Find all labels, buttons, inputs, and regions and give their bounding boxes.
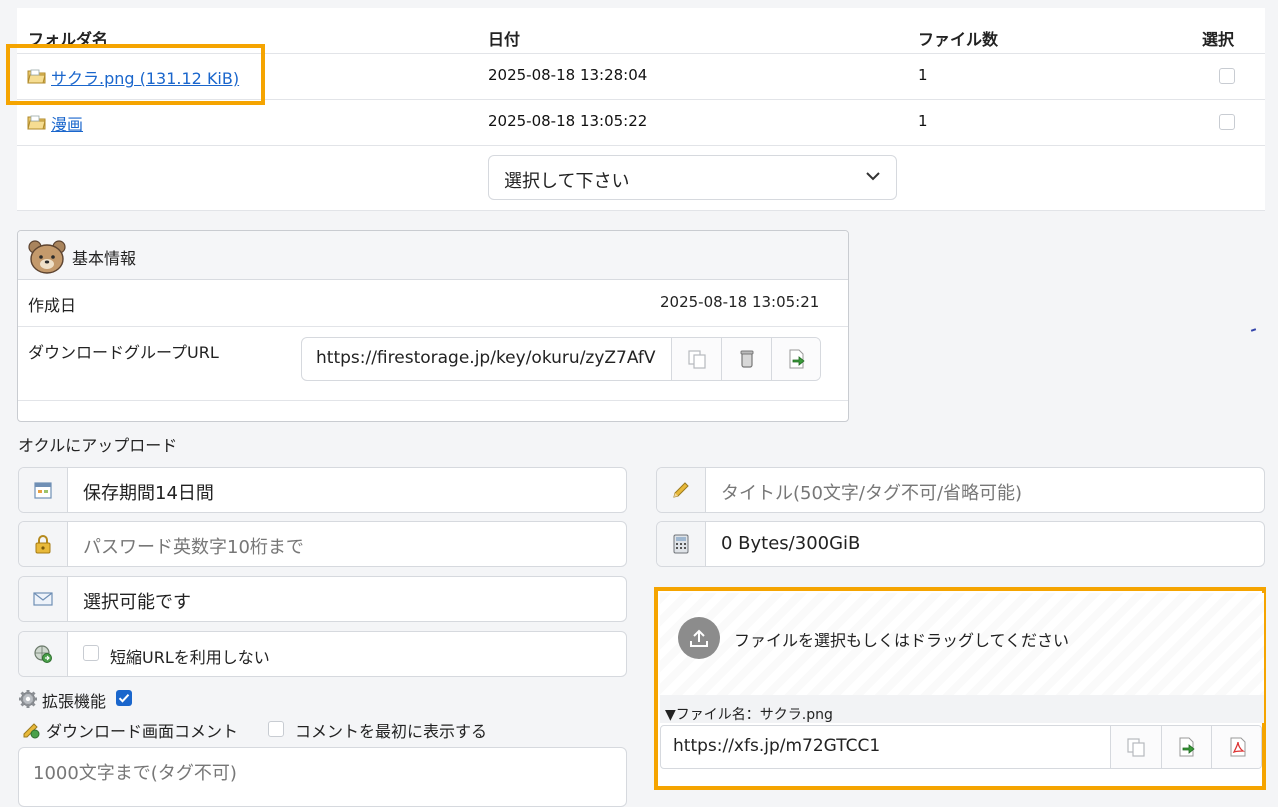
result-url-field: https://xfs.jp/m72GTCC1 (660, 725, 1262, 769)
shorturl-label: 短縮URLを利用しない (110, 648, 270, 667)
folder-icon (27, 115, 46, 130)
upload-button[interactable] (678, 617, 720, 659)
divider (17, 210, 1265, 211)
calculator-icon (673, 534, 689, 554)
info-title: 基本情報 (72, 249, 137, 268)
upload-box: ファイルを選択もしくはドラッグしてください ▼ファイル名：サクラ.png htt… (654, 587, 1266, 790)
created-label: 作成日 (28, 296, 77, 315)
gear-icon (19, 690, 37, 708)
export-icon (789, 349, 805, 369)
file-name-bar: ▼ファイル名：サクラ.png (660, 695, 1264, 723)
mail-addon (19, 577, 68, 621)
pencil-addon (657, 468, 706, 512)
group-url-value[interactable]: https://firestorage.jp/key/okuru/zyZ7AfV… (316, 348, 656, 368)
group-url-field: https://firestorage.jp/key/okuru/zyZ7AfV… (301, 337, 821, 381)
action-select[interactable]: 選択して下さい (488, 155, 897, 200)
upload-section-title: オクルにアップロード (18, 436, 178, 455)
open-link-button[interactable] (771, 338, 820, 380)
password-field[interactable]: パスワード英数字10桁まで (18, 521, 627, 567)
copy-result-button[interactable] (1110, 726, 1161, 768)
password-placeholder: パスワード英数字10桁まで (83, 537, 304, 558)
group-url-label: ダウンロードグループURL (28, 343, 219, 362)
result-url-value[interactable]: https://xfs.jp/m72GTCC1 (673, 736, 880, 756)
row-file-count: 1 (918, 66, 928, 84)
comment-first-checkbox[interactable] (268, 721, 284, 737)
retention-value: 保存期間14日間 (83, 483, 214, 504)
title-placeholder: タイトル(50文字/タグ不可/省略可能) (721, 483, 1023, 504)
calculator-addon (657, 522, 706, 566)
pdf-icon (1230, 737, 1245, 757)
header-file-count: ファイル数 (918, 30, 999, 49)
mail-value: 選択可能です (83, 592, 191, 613)
comment-first-label: コメントを最初に表示する (295, 722, 488, 741)
mail-field[interactable]: 選択可能です (18, 576, 627, 622)
pencil-comment-icon (23, 723, 40, 739)
quota-value: 0 Bytes/300GiB (721, 533, 861, 554)
link-globe-icon (34, 645, 52, 663)
shorturl-field: 短縮URLを利用しない (18, 631, 627, 677)
basic-info-panel: 基本情報 作成日 2025-08-18 13:05:21 ダウンロードグループU… (17, 230, 849, 422)
title-field[interactable]: タイトル(50文字/タグ不可/省略可能) (656, 467, 1265, 513)
pdf-button[interactable] (1211, 726, 1261, 768)
copy-button[interactable] (671, 338, 721, 380)
row-date: 2025-08-18 13:28:04 (488, 66, 648, 84)
check-icon (118, 694, 130, 703)
copy-icon (1127, 738, 1145, 757)
header-date: 日付 (488, 30, 521, 49)
stray-mark (1250, 328, 1257, 332)
comment-placeholder: 1000文字まで(タグ不可) (33, 763, 237, 784)
created-value: 2025-08-18 13:05:21 (660, 293, 820, 311)
divider (18, 400, 848, 401)
upload-icon (690, 629, 708, 647)
pencil-icon (673, 482, 689, 498)
drop-text: ファイルを選択もしくはドラッグしてください (734, 631, 1070, 650)
file-drop-zone[interactable]: ファイルを選択もしくはドラッグしてください (660, 593, 1264, 695)
extension-checkbox[interactable] (116, 690, 132, 706)
url-addon (19, 632, 68, 676)
row-select-checkbox[interactable] (1219, 114, 1235, 130)
action-select-value: 選択して下さい (504, 171, 630, 192)
highlight-box (6, 44, 265, 105)
trash-icon (740, 350, 753, 368)
comment-textarea[interactable]: 1000文字まで(タグ不可) (18, 747, 627, 807)
calendar-addon (19, 468, 68, 512)
info-header: 基本情報 (18, 231, 848, 280)
shorturl-checkbox[interactable] (83, 645, 99, 661)
lock-icon (35, 535, 51, 554)
chevron-down-icon (866, 172, 880, 181)
copy-icon (687, 350, 706, 369)
row-file-count: 1 (918, 112, 928, 130)
open-result-button[interactable] (1161, 726, 1211, 768)
retention-field[interactable]: 保存期間14日間 (18, 467, 627, 513)
lock-addon (19, 522, 68, 566)
header-select: 選択 (1202, 30, 1235, 49)
comment-label: ダウンロード画面コメント (46, 722, 239, 741)
quota-field: 0 Bytes/300GiB (656, 521, 1265, 567)
divider (17, 145, 1265, 146)
calendar-icon (34, 482, 52, 499)
delete-button[interactable] (721, 338, 771, 380)
mail-icon (33, 592, 53, 606)
export-icon (1179, 737, 1195, 757)
row-select-checkbox[interactable] (1219, 68, 1235, 84)
file-name-line: ▼ファイル名：サクラ.png (665, 707, 833, 723)
bear-icon (28, 240, 66, 274)
divider (18, 326, 848, 327)
folder-link-manga[interactable]: 漫画 (51, 111, 83, 135)
extension-label: 拡張機能 (42, 692, 107, 711)
row-date: 2025-08-18 13:05:22 (488, 112, 648, 130)
